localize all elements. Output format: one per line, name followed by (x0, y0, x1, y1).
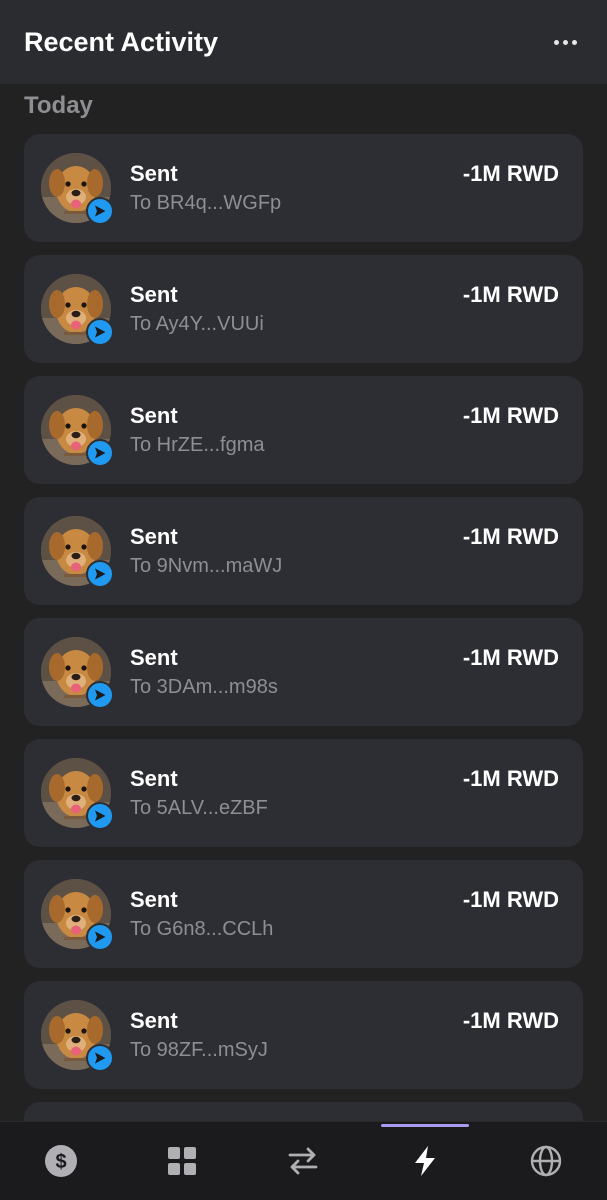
activity-amount: -1M RWD (462, 887, 559, 912)
svg-text:$: $ (55, 1151, 66, 1173)
activity-recipient: To 3DAm...m98s (130, 676, 278, 698)
activity-title: Sent (130, 1008, 178, 1033)
active-tab-indicator (380, 1123, 469, 1127)
activity-recipient: To 98ZF...mSyJ (130, 1039, 268, 1061)
activity-amount: -1M RWD (462, 524, 559, 549)
activity-item[interactable]: Sent To 9Nvm...maWJ -1M RWD (24, 497, 583, 605)
bottom-nav: $ (0, 1121, 607, 1200)
activity-recipient: To G6n8...CCLh (130, 918, 274, 940)
activity-title: Sent (130, 645, 178, 670)
activity-title: Sent (130, 161, 178, 186)
activity-item[interactable]: Sent To 3DAm...m98s -1M RWD (24, 618, 583, 726)
send-icon (86, 318, 114, 346)
activity-amount: -1M RWD (462, 282, 559, 307)
activity-item[interactable]: Sent To Ay4Y...VUUi -1M RWD (24, 255, 583, 363)
activity-title: Sent (130, 524, 178, 549)
activity-list: Sent To BR4q...WGFp -1M RWD Sent To Ay4Y… (24, 134, 583, 1132)
send-icon (86, 681, 114, 709)
dollar-icon: $ (44, 1145, 77, 1177)
activity-amount: -1M RWD (462, 403, 559, 428)
activity-recipient: To 9Nvm...maWJ (130, 555, 283, 577)
send-icon (86, 923, 114, 951)
activity-item[interactable]: Sent To 5ALV...eZBF -1M RWD (24, 739, 583, 847)
swap-icon (289, 1147, 318, 1175)
activity-amount: -1M RWD (462, 766, 559, 791)
activity-amount: -1M RWD (462, 1008, 559, 1033)
activity-recipient: To BR4q...WGFp (130, 192, 282, 214)
activity-recipient: To 5ALV...eZBF (130, 797, 268, 819)
activity-recipient: To HrZE...fgma (130, 434, 265, 456)
activity-item[interactable]: Sent To HrZE...fgma -1M RWD (24, 376, 583, 484)
activity-amount: -1M RWD (462, 645, 559, 670)
nav-item-activity[interactable] (380, 1122, 469, 1200)
nav-item-grid[interactable] (142, 1122, 222, 1200)
lightning-icon (414, 1146, 435, 1176)
send-icon (86, 197, 114, 225)
activity-item[interactable]: Sent To G6n8...CCLh -1M RWD (24, 860, 583, 968)
activity-title: Sent (130, 403, 178, 428)
more-horizontal-icon[interactable] (547, 24, 583, 60)
app-root: Recent Activity Today Sent To BR4q...WGF… (0, 0, 607, 1200)
page-title: Recent Activity (24, 26, 219, 57)
send-icon (86, 802, 114, 830)
send-icon (86, 439, 114, 467)
activity-amount: -1M RWD (462, 161, 559, 186)
activity-title: Sent (130, 887, 178, 912)
activity-title: Sent (130, 282, 178, 307)
header: Recent Activity (0, 0, 607, 84)
nav-item-dollar[interactable]: $ (21, 1122, 101, 1200)
globe-icon (531, 1145, 562, 1177)
activity-title: Sent (130, 766, 178, 791)
activity-item[interactable]: Sent To 98ZF...mSyJ -1M RWD (24, 981, 583, 1089)
section-label-today: Today (24, 92, 93, 119)
activity-item[interactable]: Sent To BR4q...WGFp -1M RWD (24, 134, 583, 242)
send-icon (86, 560, 114, 588)
activity-recipient: To Ay4Y...VUUi (130, 313, 264, 335)
grid-icon (168, 1147, 197, 1175)
nav-item-globe[interactable] (506, 1122, 586, 1200)
nav-item-swap[interactable] (263, 1122, 343, 1200)
send-icon (86, 1044, 114, 1072)
